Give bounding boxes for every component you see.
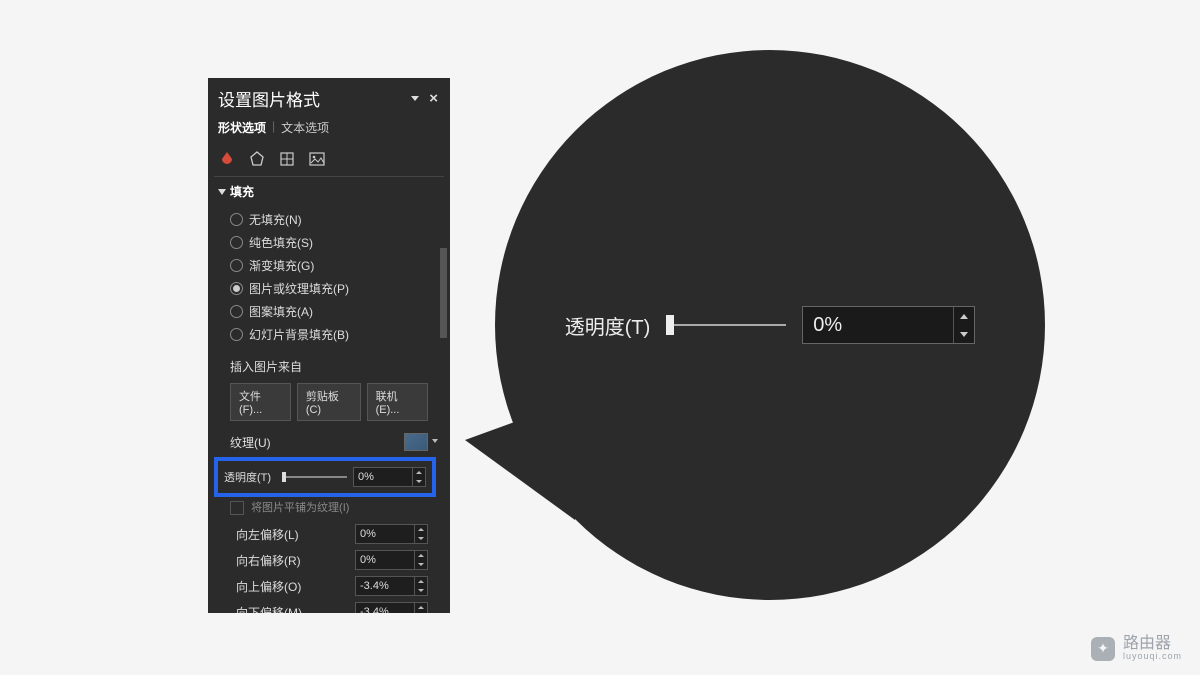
option-tabs: 形状选项 | 文本选项 — [208, 115, 450, 144]
tab-shape-options[interactable]: 形状选项 — [218, 119, 266, 138]
callout-content: 透明度(T) 0% — [565, 306, 976, 344]
offset-bottom-spinner[interactable]: -3.4% — [355, 602, 428, 613]
spinner-down-icon[interactable] — [954, 325, 974, 343]
offset-right-spinner[interactable]: 0% — [355, 550, 428, 570]
fill-option-picture-texture[interactable]: 图片或纹理填充(P) — [230, 277, 428, 300]
panel-body: 填充 无填充(N) 纯色填充(S) 渐变填充(G) 图片或纹理填充(P) 图案填… — [208, 177, 450, 613]
panel-menu-icon[interactable] — [411, 96, 419, 101]
offset-right-value[interactable]: 0% — [356, 551, 414, 569]
offset-bottom-label: 向下偏移(M) — [236, 604, 302, 613]
tile-checkbox-row[interactable]: 将图片平铺为纹理(I) — [208, 497, 438, 517]
fill-option-no-fill[interactable]: 无填充(N) — [230, 208, 428, 231]
fill-option-slide-bg[interactable]: 幻灯片背景填充(B) — [230, 323, 428, 346]
radio-label: 渐变填充(G) — [249, 257, 314, 274]
transparency-value[interactable]: 0% — [354, 468, 412, 486]
radio-label: 纯色填充(S) — [249, 234, 313, 251]
insert-from-label: 插入图片来自 — [208, 352, 438, 379]
watermark-icon: ✦ — [1091, 637, 1115, 661]
radio-label: 图片或纹理填充(P) — [249, 280, 349, 297]
radio-label: 图案填充(A) — [249, 303, 313, 320]
fill-line-icon[interactable] — [218, 150, 236, 168]
offset-right-label: 向右偏移(R) — [236, 552, 301, 569]
transparency-row: 透明度(T) 0% — [222, 465, 428, 489]
picture-icon[interactable] — [308, 150, 326, 168]
transparency-label: 透明度(T) — [224, 469, 276, 485]
transparency-highlight: 透明度(T) 0% — [214, 457, 436, 497]
radio-icon — [230, 282, 243, 295]
transparency-slider[interactable] — [282, 470, 347, 484]
texture-row: 纹理(U) — [208, 427, 438, 453]
offset-top-label: 向上偏移(O) — [236, 578, 301, 595]
radio-label: 幻灯片背景填充(B) — [249, 326, 349, 343]
radio-icon — [230, 328, 243, 341]
category-icons — [208, 144, 450, 176]
offset-right-row: 向右偏移(R) 0% — [236, 547, 428, 573]
offset-bottom-row: 向下偏移(M) -3.4% — [236, 599, 428, 613]
callout-transparency-value[interactable]: 0% — [803, 307, 953, 343]
fill-section-label: 填充 — [230, 183, 254, 200]
tab-text-options[interactable]: 文本选项 — [281, 119, 329, 138]
offset-left-label: 向左偏移(L) — [236, 526, 299, 543]
fill-option-pattern[interactable]: 图案填充(A) — [230, 300, 428, 323]
size-properties-icon[interactable] — [278, 150, 296, 168]
callout-bubble: 透明度(T) 0% — [495, 50, 1045, 600]
tile-label: 将图片平铺为纹理(I) — [251, 502, 349, 514]
fill-options: 无填充(N) 纯色填充(S) 渐变填充(G) 图片或纹理填充(P) 图案填充(A… — [208, 206, 438, 352]
spinner-up-icon[interactable] — [954, 307, 974, 325]
fill-option-gradient[interactable]: 渐变填充(G) — [230, 254, 428, 277]
panel-scrollbar[interactable] — [439, 248, 448, 613]
insert-buttons: 文件(F)... 剪贴板(C) 联机(E)... — [208, 379, 438, 427]
clipboard-button[interactable]: 剪贴板(C) — [297, 383, 361, 421]
offset-bottom-value[interactable]: -3.4% — [356, 603, 414, 613]
radio-icon — [230, 213, 243, 226]
offset-top-row: 向上偏移(O) -3.4% — [236, 573, 428, 599]
spinner-arrows[interactable] — [412, 468, 425, 486]
fill-section-header[interactable]: 填充 — [208, 177, 438, 206]
effects-icon[interactable] — [248, 150, 266, 168]
offset-left-spinner[interactable]: 0% — [355, 524, 428, 544]
radio-icon — [230, 236, 243, 249]
callout-transparency-slider[interactable] — [666, 313, 786, 337]
chevron-down-icon — [218, 189, 226, 195]
radio-icon — [230, 305, 243, 318]
spinner-down-icon[interactable] — [413, 477, 425, 486]
texture-label: 纹理(U) — [230, 434, 271, 451]
callout-transparency-spinner[interactable]: 0% — [802, 306, 975, 344]
offset-left-value[interactable]: 0% — [356, 525, 414, 543]
transparency-spinner[interactable]: 0% — [353, 467, 426, 487]
fill-option-solid[interactable]: 纯色填充(S) — [230, 231, 428, 254]
callout-spinner-arrows[interactable] — [953, 307, 974, 343]
offset-top-spinner[interactable]: -3.4% — [355, 576, 428, 596]
tab-separator: | — [272, 119, 275, 138]
scrollbar-thumb[interactable] — [440, 248, 447, 338]
file-button[interactable]: 文件(F)... — [230, 383, 291, 421]
radio-icon — [230, 259, 243, 272]
format-picture-panel: 设置图片格式 × 形状选项 | 文本选项 填充 — [208, 78, 450, 613]
watermark-subtext: luyouqi.com — [1123, 652, 1182, 661]
radio-label: 无填充(N) — [249, 211, 302, 228]
offset-top-value[interactable]: -3.4% — [356, 577, 414, 595]
close-icon[interactable]: × — [429, 90, 438, 107]
online-button[interactable]: 联机(E)... — [367, 383, 428, 421]
texture-picker[interactable] — [404, 433, 428, 451]
panel-header-controls: × — [411, 90, 440, 107]
watermark-text: 路由器 — [1123, 636, 1182, 652]
callout-transparency-label: 透明度(T) — [565, 311, 651, 340]
watermark: ✦ 路由器 luyouqi.com — [1091, 636, 1182, 661]
offset-rows: 向左偏移(L) 0% 向右偏移(R) 0% 向上偏移(O) -3.4% — [208, 519, 438, 613]
offset-left-row: 向左偏移(L) 0% — [236, 521, 428, 547]
spinner-up-icon[interactable] — [413, 468, 425, 477]
panel-title: 设置图片格式 — [218, 86, 320, 111]
panel-header: 设置图片格式 × — [208, 78, 450, 115]
